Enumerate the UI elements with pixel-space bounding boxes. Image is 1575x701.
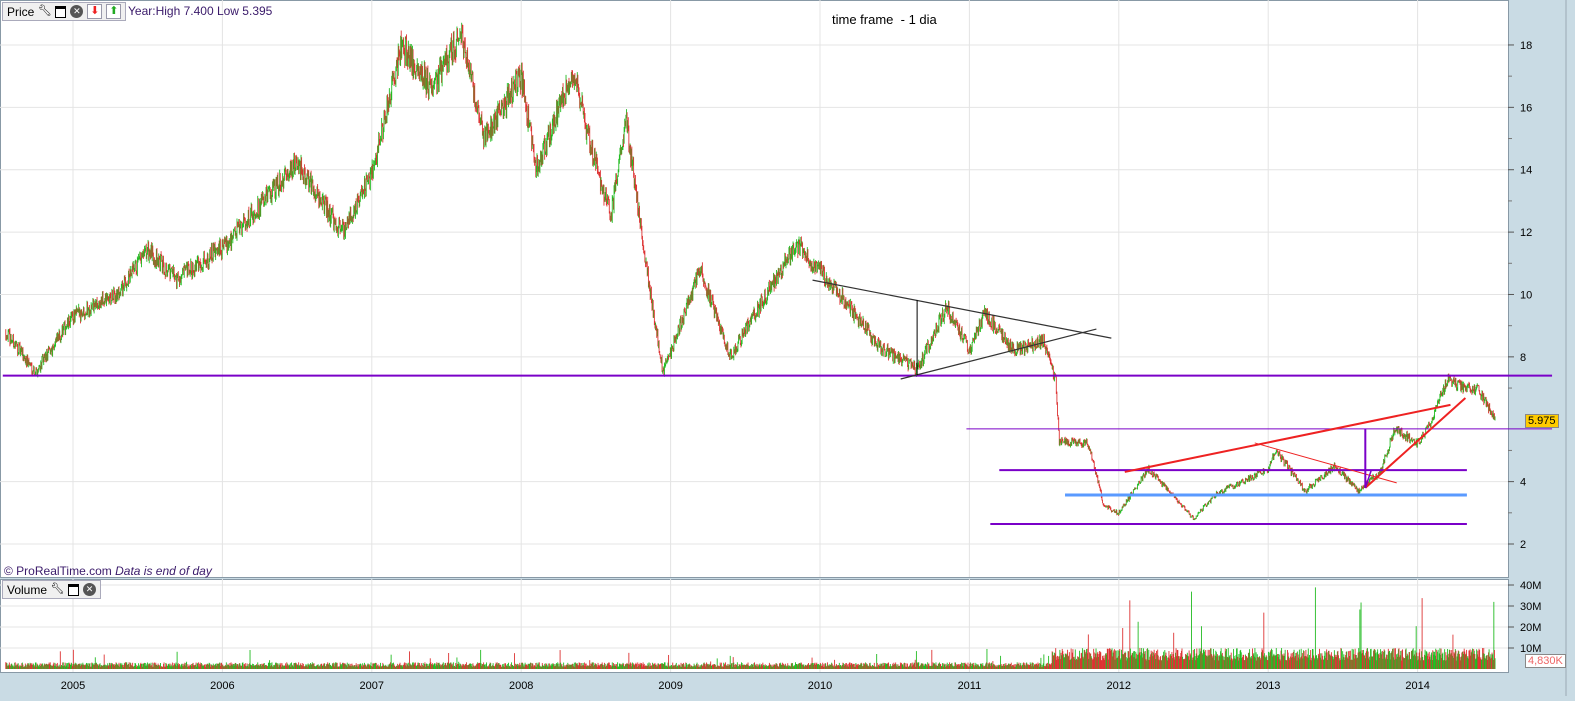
y-tick-label: 8 — [1520, 352, 1526, 364]
volume-tick-label: 30M — [1520, 601, 1541, 613]
x-tick-label: 2009 — [658, 680, 682, 692]
y-tick-label: 14 — [1520, 165, 1532, 177]
x-tick-label: 2013 — [1256, 680, 1280, 692]
y-tick-label: 10 — [1520, 289, 1532, 301]
x-tick-label: 2010 — [808, 680, 832, 692]
x-tick-label: 2006 — [210, 680, 234, 692]
x-tick-label: 2012 — [1107, 680, 1131, 692]
x-tick-label: 2008 — [509, 680, 533, 692]
y-tick-label: 2 — [1520, 539, 1526, 551]
volume-tick-label: 20M — [1520, 622, 1541, 634]
volume-tick-label: 40M — [1520, 580, 1541, 592]
y-tick-label: 16 — [1520, 102, 1532, 114]
y-tick-label: 12 — [1520, 227, 1532, 239]
price-panel — [1, 1, 1509, 578]
x-tick-label: 2011 — [958, 680, 982, 692]
x-tick-label: 2014 — [1405, 680, 1429, 692]
y-tick-label: 18 — [1520, 40, 1532, 52]
x-tick-label: 2007 — [360, 680, 384, 692]
chart-window: 2005 2006 2007 2008 2009 2010 2011 2012 2013 2014… — [0, 0, 1575, 696]
y-tick-label: 4 — [1520, 477, 1526, 489]
x-tick-label: 2005 — [61, 680, 85, 692]
price-volume-chart[interactable]: 2005 2006 2007 2008 2009 2010 2011 2012 2013 2014… — [0, 0, 1575, 696]
